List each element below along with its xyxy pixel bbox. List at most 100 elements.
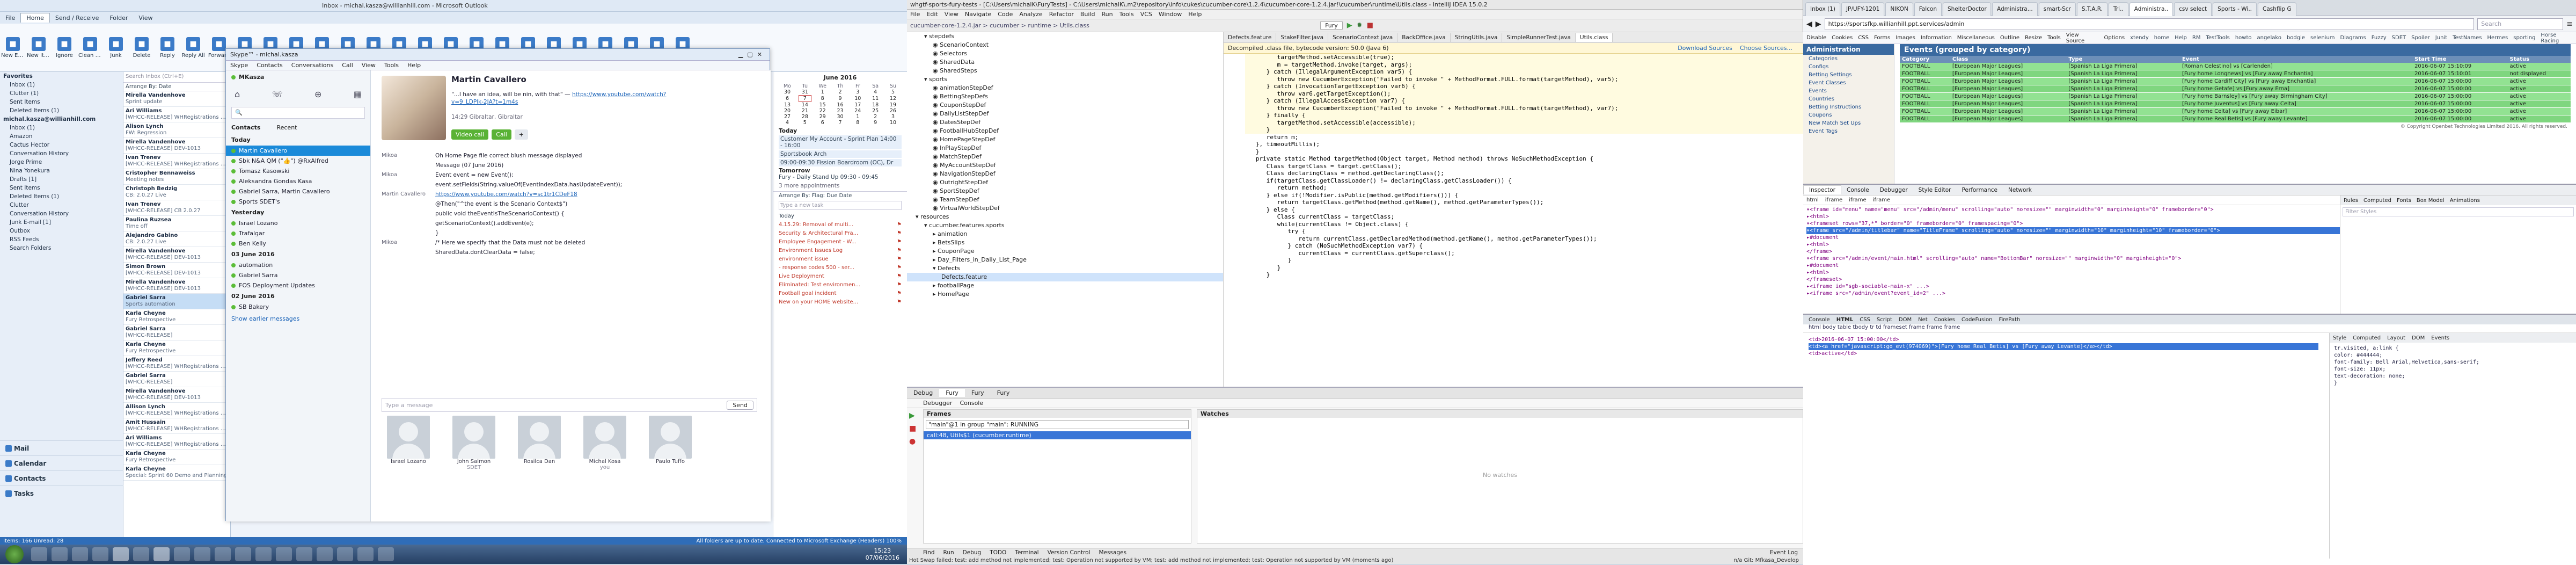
- mail-item[interactable]: Christoph Bedzig CB: 2.0.27 Live: [123, 185, 230, 200]
- tree-node[interactable]: ◉ DatesStepDef: [907, 118, 1223, 127]
- browser-tab[interactable]: Falcon: [1914, 2, 1942, 16]
- tree-node[interactable]: ◉ DailyListStepDef: [907, 110, 1223, 118]
- calendar-day[interactable]: 25: [869, 108, 882, 114]
- folder-item[interactable]: Junk E-mail [1]: [0, 218, 123, 227]
- tree-node[interactable]: ◉ ScenarioContext: [907, 41, 1223, 49]
- debugger-tab[interactable]: Debugger: [923, 400, 952, 407]
- folder-item[interactable]: RSS Feeds: [0, 235, 123, 244]
- calendar-day[interactable]: 13: [781, 102, 794, 108]
- tree-node[interactable]: ◉ TeamStepDef: [907, 195, 1223, 204]
- recent-conversation[interactable]: Gabriel Sarra, Martin Cavallero: [226, 186, 370, 197]
- mail-item[interactable]: Ari Williams [WHCC-RELEASE] WHRegistratio…: [123, 434, 230, 450]
- ribbon-tab[interactable]: Send / Receive: [50, 13, 104, 23]
- mail-item[interactable]: Ari Williams [WHCC-RELEASE] WHRegistratio…: [123, 107, 230, 122]
- editor-tab[interactable]: StakeFilter.java: [1276, 33, 1329, 42]
- home-icon[interactable]: ⌂: [235, 89, 240, 99]
- admin-link[interactable]: Countries: [1803, 95, 1894, 103]
- choose-sources-link[interactable]: Choose Sources...: [1740, 45, 1792, 52]
- idea-menu-item[interactable]: Run: [1102, 11, 1113, 18]
- breadcrumb-node[interactable]: iframe: [1849, 197, 1866, 203]
- tree-node[interactable]: ◉ Selectors: [907, 49, 1223, 58]
- folder-item[interactable]: Clutter: [0, 201, 123, 209]
- tree-node[interactable]: ◉ SharedSteps: [907, 67, 1223, 75]
- mail-item[interactable]: Ivan Trenev [WHCC-RELEASE] WHRegistration…: [123, 154, 230, 169]
- folder-item[interactable]: michal.kasza@willianhill.com: [0, 115, 123, 124]
- idea-menu-item[interactable]: Code: [998, 11, 1013, 18]
- calendar-day[interactable]: 27: [781, 114, 794, 120]
- folder-item[interactable]: Deleted Items (1): [0, 192, 123, 201]
- calendar-day[interactable]: 10: [887, 120, 899, 126]
- mail-item[interactable]: Karla Cheyne Fury Retrospective: [123, 309, 230, 325]
- event-row[interactable]: FOOTBALL [European Major Leagues] [Spanish…: [1900, 107, 2571, 115]
- calendar-day[interactable]: 16: [833, 102, 846, 108]
- appointment[interactable]: Sportsbook Arch: [779, 150, 902, 158]
- browser-tab[interactable]: Cashflip G: [2258, 2, 2296, 16]
- notepad-taskbar-icon[interactable]: [215, 547, 231, 561]
- bookmark-item[interactable]: home: [2154, 35, 2169, 41]
- tree-node[interactable]: ▾ resources: [907, 213, 1223, 221]
- firebug-node[interactable]: <td>2016-06-07 15:00:00</td>: [1809, 336, 2318, 343]
- markup-node[interactable]: ▸#document: [1806, 262, 2340, 269]
- url-bar[interactable]: https://sportsfkp.willianhill.ppt.servic…: [1824, 18, 2475, 30]
- folder-item[interactable]: Sent Items: [0, 98, 123, 106]
- skype-profile[interactable]: MKasza: [226, 70, 370, 84]
- toolbar-item[interactable]: Information: [1921, 35, 1952, 41]
- task-item[interactable]: Security & Architectural Pra... ⚑: [779, 229, 902, 238]
- browser-tab[interactable]: Inbox (1): [1805, 2, 1840, 16]
- tree-node[interactable]: ▾ cucumber.features.sports: [907, 221, 1223, 230]
- toolbar-item[interactable]: Miscellaneous: [1957, 35, 1995, 41]
- editor-tab[interactable]: StringUtils.java: [1451, 33, 1503, 42]
- more-appointments[interactable]: 3 more appointments: [779, 183, 902, 189]
- breadcrumb-node[interactable]: iframe: [1873, 197, 1890, 203]
- recent-conversation[interactable]: Israel Lozano: [226, 218, 370, 228]
- browser-tab[interactable]: smart-Scr: [2038, 2, 2076, 16]
- call-button[interactable]: Call: [492, 129, 511, 140]
- mail-item[interactable]: Karla Cheyne Fury Retrospective: [123, 341, 230, 356]
- skype-menu-item[interactable]: Help: [407, 62, 421, 69]
- events-column-header[interactable]: Event: [2179, 56, 2413, 63]
- recent-conversation[interactable]: FOS Deployment Updates: [226, 280, 370, 291]
- contact-card[interactable]: Michal Kosa you: [579, 416, 631, 475]
- firebug-style-tab[interactable]: Events: [2431, 335, 2449, 341]
- skype-menu-item[interactable]: Conversations: [291, 62, 333, 69]
- task-item[interactable]: Today: [779, 212, 902, 221]
- git-branch[interactable]: n/a Git: Mfkasa_Develop: [1734, 557, 1799, 563]
- flag-icon[interactable]: ⚑: [897, 221, 902, 229]
- mail-item[interactable]: Alejandro Gabino CB: 2.0.27 Live: [123, 231, 230, 247]
- thread-select[interactable]: "main"@1 in group "main": RUNNING: [926, 420, 1189, 429]
- calendar-day[interactable]: 11: [869, 96, 882, 102]
- arrange-due[interactable]: Arrange By: Flag: Due Date: [773, 191, 907, 200]
- event-row[interactable]: FOOTBALL [European Major Leagues] [Spanish…: [1900, 115, 2571, 123]
- tool-window-tab[interactable]: Messages: [1099, 549, 1127, 556]
- calendar-day[interactable]: 28: [799, 114, 811, 120]
- video-call-button[interactable]: Video call: [451, 129, 489, 140]
- tool-window-tab[interactable]: Run: [943, 549, 954, 556]
- folder-item[interactable]: Inbox (1): [0, 81, 123, 89]
- folder-item[interactable]: Drafts [1]: [0, 175, 123, 184]
- markup-node[interactable]: ▾<frame id="menu" name="menu" src="/admi…: [1806, 206, 2340, 213]
- idea-menu-item[interactable]: Edit: [926, 11, 938, 18]
- nav-button-contacts[interactable]: Contacts: [0, 470, 123, 486]
- calendar-day[interactable]: 7: [798, 95, 811, 102]
- markup-node[interactable]: ▸<iframe src="/admin/event?event_id=2" .…: [1806, 290, 2340, 297]
- admin-link[interactable]: Configs: [1803, 63, 1894, 71]
- tree-node[interactable]: ◉ MatchStepDef: [907, 153, 1223, 161]
- window-controls-icon[interactable]: ▁▢✕: [738, 51, 766, 58]
- toolbar-item[interactable]: Cookies: [1832, 35, 1853, 41]
- calendar-day[interactable]: 30: [781, 89, 794, 95]
- calendar-day[interactable]: 3: [851, 89, 864, 95]
- firebug-tab[interactable]: DOM: [1899, 317, 1912, 323]
- markup-node[interactable]: ▸<html>: [1806, 269, 2340, 276]
- bookmark-item[interactable]: angelako: [2257, 35, 2281, 41]
- firebug-tab[interactable]: Console: [1809, 317, 1830, 323]
- event-row[interactable]: FOOTBALL [European Major Leagues] [Spanish…: [1900, 77, 2571, 85]
- markup-node[interactable]: </frameset>: [1806, 276, 2340, 283]
- calendar-day[interactable]: 5: [799, 120, 811, 126]
- admin-link[interactable]: New Match Set Ups: [1803, 119, 1894, 127]
- calendar-day[interactable]: 12: [887, 96, 899, 102]
- firebug-tab[interactable]: HTML: [1836, 317, 1854, 323]
- firebug-style-tab[interactable]: Style: [2333, 335, 2346, 341]
- toolbar-item[interactable]: Disable: [1806, 35, 1826, 41]
- task-item[interactable]: environment issue ⚑: [779, 255, 902, 264]
- bookmark-item[interactable]: Fuzzy: [2372, 35, 2387, 41]
